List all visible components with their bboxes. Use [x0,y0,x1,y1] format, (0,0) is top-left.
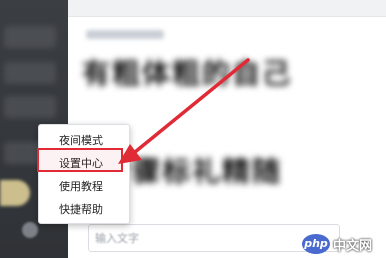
watermark-badge: php 中文网 [302,234,372,254]
arrow-annotation [118,58,250,164]
watermark-logo: php [302,234,330,254]
watermark-text: 中文网 [333,238,373,254]
